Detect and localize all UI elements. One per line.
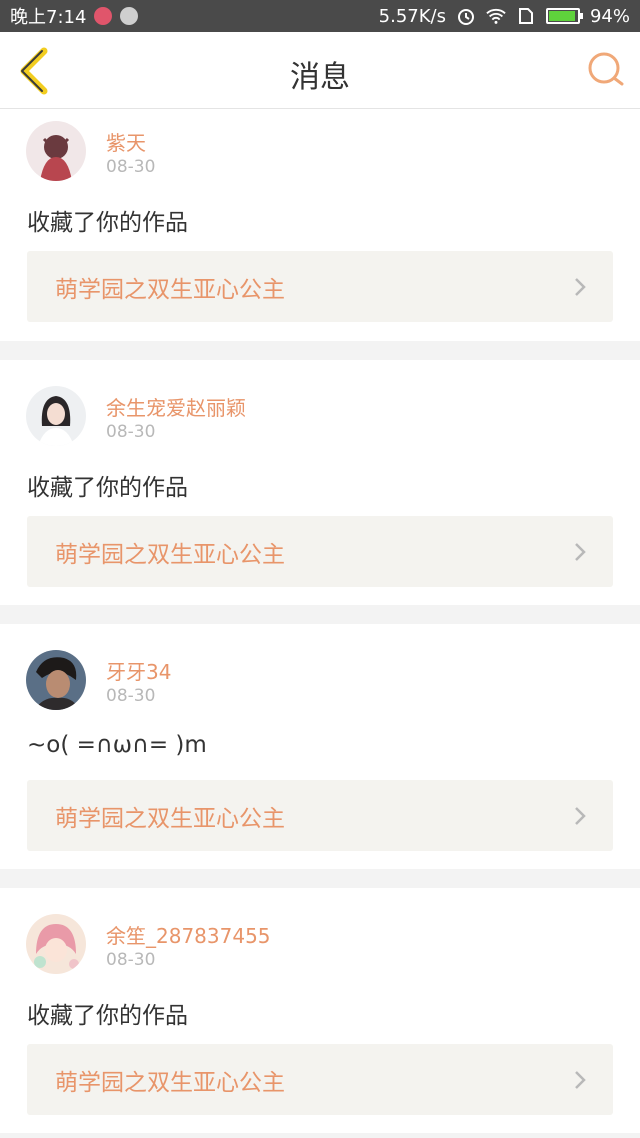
- user-name[interactable]: 余笙_287837455: [106, 920, 271, 949]
- work-link[interactable]: 萌学园之双生亚心公主: [27, 780, 613, 851]
- top-nav-bar: 消息: [0, 32, 640, 109]
- work-title: 萌学园之双生亚心公主: [55, 805, 285, 832]
- status-left: 晚上7:14: [10, 3, 139, 29]
- search-icon: [588, 52, 624, 86]
- notification-app-icon-2: [120, 7, 139, 25]
- message-card: 余生宠爱赵丽颖 08-30 收藏了你的作品 萌学园之双生亚心公主: [0, 360, 640, 605]
- chevron-right-icon: [575, 543, 586, 561]
- work-link[interactable]: 萌学园之双生亚心公主: [27, 516, 613, 587]
- chevron-right-icon: [575, 807, 586, 825]
- battery-fill: [548, 11, 576, 21]
- chevron-right-icon: [575, 278, 586, 296]
- work-link[interactable]: 萌学园之双生亚心公主: [27, 1044, 613, 1115]
- avatar[interactable]: [26, 914, 86, 974]
- divider: [0, 869, 640, 888]
- avatar[interactable]: [26, 121, 86, 181]
- status-right: 5.57K/s 94%: [379, 6, 630, 27]
- user-name[interactable]: 牙牙34: [106, 656, 171, 685]
- work-link[interactable]: 萌学园之双生亚心公主: [27, 251, 613, 322]
- message-card: 牙牙34 08-30 ~o( =∩ω∩= )m 萌学园之双生亚心公主: [0, 624, 640, 869]
- avatar[interactable]: [26, 386, 86, 446]
- search-button[interactable]: [586, 50, 626, 90]
- sim-icon: [516, 7, 536, 25]
- message-text: ~o( =∩ω∩= )m: [27, 732, 207, 758]
- message-date: 08-30: [106, 422, 156, 442]
- battery-icon: [545, 8, 583, 24]
- status-time: 晚上7:14: [10, 7, 87, 28]
- message-text: 收藏了你的作品: [27, 475, 188, 501]
- work-title: 萌学园之双生亚心公主: [55, 1069, 285, 1096]
- divider: [0, 605, 640, 624]
- avatar[interactable]: [26, 650, 86, 710]
- divider: [0, 341, 640, 360]
- battery-percent: 94%: [589, 5, 630, 27]
- work-title: 萌学园之双生亚心公主: [55, 276, 285, 303]
- message-date: 08-30: [106, 157, 156, 177]
- message-list: 紫天 08-30 收藏了你的作品 萌学园之双生亚心公主 余生宠爱赵丽颖 08-3…: [0, 109, 640, 1133]
- notification-app-icon: [94, 7, 113, 25]
- message-text: 收藏了你的作品: [27, 1003, 188, 1029]
- status-bar: 晚上7:14 5.57K/s 94%: [0, 0, 640, 32]
- user-name[interactable]: 余生宠爱赵丽颖: [106, 392, 246, 421]
- chevron-right-icon: [575, 1071, 586, 1089]
- page-title: 消息: [290, 60, 350, 95]
- work-title: 萌学园之双生亚心公主: [55, 541, 285, 568]
- user-name[interactable]: 紫天: [106, 127, 146, 156]
- message-date: 08-30: [106, 950, 156, 970]
- wifi-icon: [486, 7, 506, 25]
- message-text: 收藏了你的作品: [27, 210, 188, 236]
- alarm-icon: [456, 7, 476, 25]
- network-speed: 5.57K/s: [378, 5, 446, 27]
- message-date: 08-30: [106, 686, 156, 706]
- message-card: 余笙_287837455 08-30 收藏了你的作品 萌学园之双生亚心公主: [0, 888, 640, 1133]
- message-card: 紫天 08-30 收藏了你的作品 萌学园之双生亚心公主: [0, 109, 640, 341]
